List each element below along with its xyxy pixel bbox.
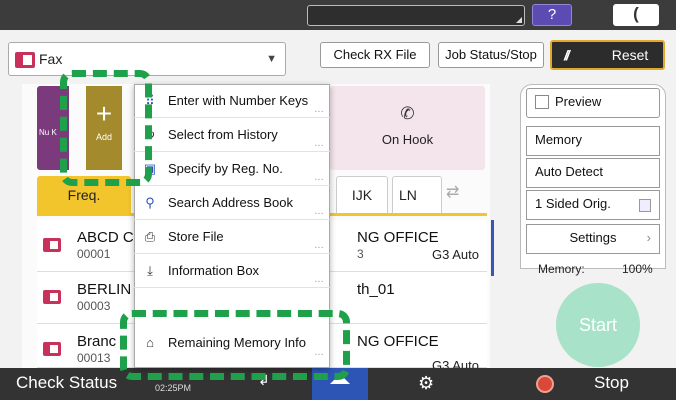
menu-item-label: Enter with Number Keys: [168, 93, 309, 108]
chevron-right-icon: ›: [646, 230, 651, 245]
clock: 02:25PM: [155, 383, 192, 393]
memory-value: 100%: [622, 262, 653, 276]
auto-detect-button[interactable]: Auto Detect: [526, 158, 660, 188]
row-name-2: NG OFFICE: [357, 229, 439, 246]
more-dots-icon: …: [314, 172, 324, 183]
page-icon: [639, 199, 651, 212]
sided-original-label: 1 Sided Orig.: [535, 196, 611, 211]
row-number: 00003: [77, 299, 111, 313]
search-icon: ⚲: [145, 195, 155, 210]
swap-tab-icon[interactable]: ⇄: [446, 182, 459, 202]
menu-item-specify-reg-no[interactable]: ▣ Specify by Reg. No. …: [134, 152, 330, 186]
menu-item-label: Select from History: [168, 127, 278, 142]
gear-icon[interactable]: ⚙: [418, 368, 434, 398]
start-button[interactable]: Start: [556, 283, 640, 367]
row-name-2: th_01: [357, 281, 395, 298]
fax-icon: [15, 52, 35, 68]
on-hook-button[interactable]: ✆ On Hook: [330, 86, 485, 170]
number-keys-label: Nu K: [39, 128, 57, 137]
more-dots-icon: …: [314, 104, 324, 115]
store-file-icon: ⎙: [144, 229, 156, 244]
settings-button[interactable]: Settings ›: [526, 224, 660, 254]
more-dots-icon: …: [314, 274, 324, 285]
list-scrollbar[interactable]: [491, 220, 494, 276]
app-selector[interactable]: Fax ▼: [8, 42, 286, 76]
info-box-icon: ⤓: [147, 263, 153, 278]
row-line-mode: G3 Auto: [432, 247, 479, 262]
checkbox-icon: [535, 94, 549, 109]
tab-ijk[interactable]: IJK: [336, 176, 388, 214]
row-number: 00001: [77, 247, 111, 261]
stop-button[interactable]: Stop: [520, 368, 676, 400]
tab-ln[interactable]: LN: [392, 176, 442, 214]
energy-saver-moon-icon[interactable]: (: [613, 4, 659, 26]
preview-label: Preview: [555, 94, 602, 109]
fax-icon: [43, 238, 61, 252]
reset-label: Reset: [611, 47, 649, 63]
stop-label: Stop: [594, 373, 629, 392]
system-message-field[interactable]: [307, 5, 525, 26]
highlight-box-add: [60, 70, 152, 186]
menu-item-label: Information Box: [168, 263, 260, 278]
fax-icon: [43, 342, 61, 356]
menu-item-select-history[interactable]: ↻ Select from History …: [134, 118, 330, 152]
sided-original-button[interactable]: 1 Sided Orig.: [526, 190, 660, 220]
row-name-2: NG OFFICE: [357, 333, 439, 350]
check-rx-file-button[interactable]: Check RX File: [320, 42, 430, 68]
menu-item-search-address-book[interactable]: ⚲ Search Address Book …: [134, 186, 330, 220]
menu-item-label: Store File: [168, 229, 224, 244]
row-number-2: 3: [357, 247, 364, 261]
memory-label: Memory:: [538, 262, 585, 276]
chevron-down-icon: ▼: [266, 53, 277, 65]
reset-slash-icon: //: [564, 47, 570, 63]
more-dots-icon: …: [314, 206, 324, 217]
help-button[interactable]: ?: [532, 4, 572, 26]
row-number: 00013: [77, 351, 111, 365]
menu-item-enter-number-keys[interactable]: ⠿ Enter with Number Keys …: [134, 84, 330, 118]
preview-checkbox[interactable]: Preview: [526, 88, 660, 118]
menu-item-information-box[interactable]: ⤓ Information Box …: [134, 254, 330, 288]
highlight-box-remaining-memory: [120, 310, 350, 380]
row-name: Branc: [77, 333, 117, 350]
on-hook-label: On Hook: [381, 132, 434, 147]
menu-item-label: Specify by Reg. No.: [168, 161, 283, 176]
job-status-stop-button[interactable]: Job Status/Stop: [438, 42, 544, 68]
menu-item-label: Search Address Book: [168, 195, 294, 210]
app-selector-value: Fax: [39, 51, 63, 67]
more-dots-icon: …: [314, 138, 324, 149]
stop-icon: [536, 375, 554, 393]
memory-transmission-button[interactable]: Memory Transmission: [526, 126, 660, 173]
reset-button[interactable]: // Reset: [550, 40, 665, 70]
settings-label: Settings: [569, 230, 617, 245]
menu-item-store-file[interactable]: ⎙ Store File …: [134, 220, 330, 254]
phone-icon: ✆: [400, 104, 415, 123]
fax-icon: [43, 290, 61, 304]
more-dots-icon: …: [314, 240, 324, 251]
